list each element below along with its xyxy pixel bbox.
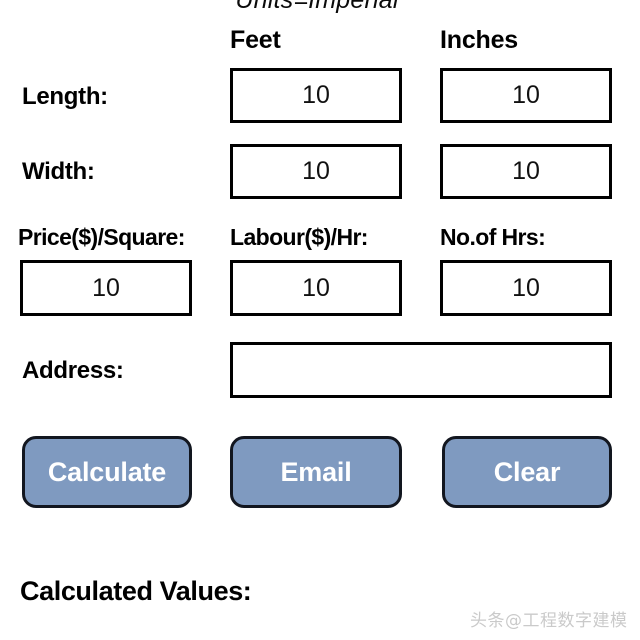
length-feet-input[interactable]: 10 [230,68,402,123]
address-label: Address: [22,357,124,384]
labour-per-hour-input[interactable]: 10 [230,260,402,316]
calculated-values-heading: Calculated Values: [20,576,252,606]
labour-per-hour-label: Labour($)/Hr: [230,224,368,250]
watermark: 头条@工程数字建模 [470,611,628,631]
clear-button[interactable]: Clear [442,436,612,508]
calculate-button[interactable]: Calculate [22,436,192,508]
price-per-square-label: Price($)/Square: [18,224,185,250]
units-banner: Units=Imperial [235,0,399,14]
address-input[interactable] [230,342,612,398]
width-label: Width: [22,158,95,185]
number-of-hours-input[interactable]: 10 [440,260,612,316]
length-label: Length: [22,83,108,110]
width-feet-input[interactable]: 10 [230,144,402,199]
width-inches-input[interactable]: 10 [440,144,612,199]
column-header-feet: Feet [230,26,281,54]
number-of-hours-label: No.of Hrs: [440,224,546,250]
column-header-inches: Inches [440,26,518,54]
calculator-app: Units=Imperial Feet Inches Length: 10 10… [0,0,640,640]
price-per-square-input[interactable]: 10 [20,260,192,316]
email-button[interactable]: Email [230,436,402,508]
length-inches-input[interactable]: 10 [440,68,612,123]
